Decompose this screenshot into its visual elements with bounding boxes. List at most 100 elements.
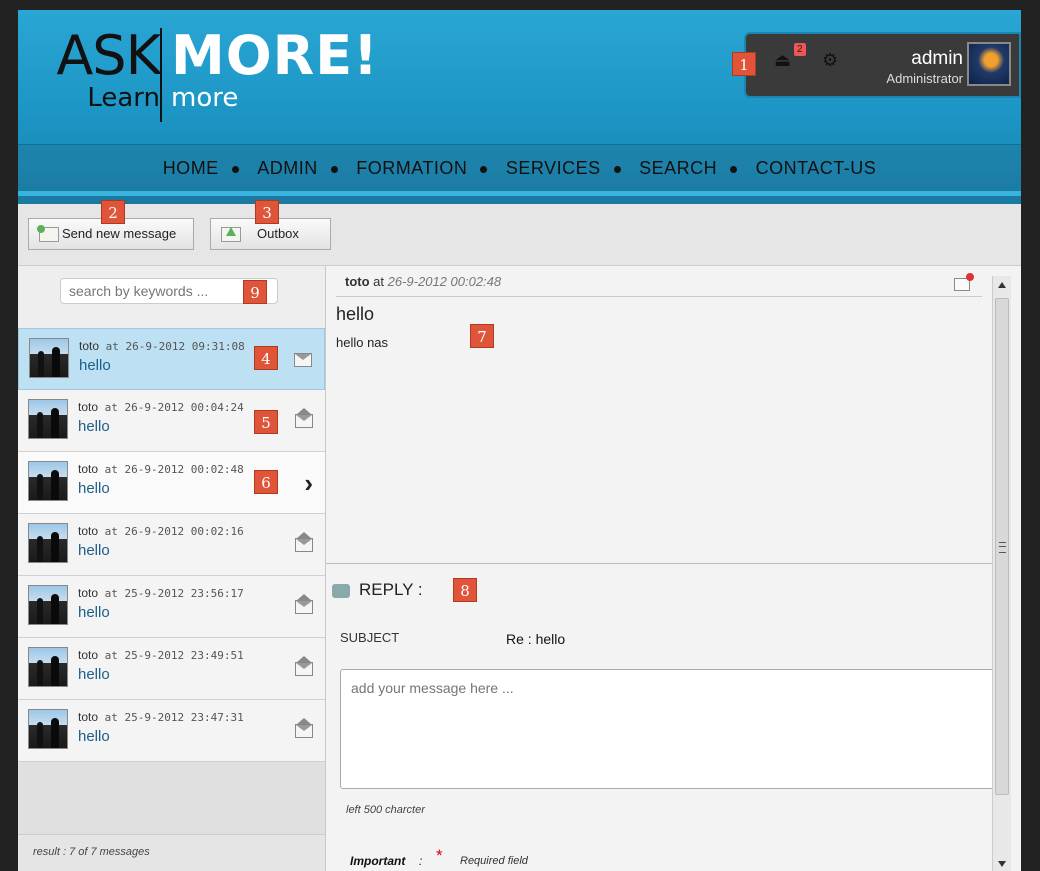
delete-message-icon[interactable] [954,273,974,291]
outbox-icon [221,227,241,242]
unread-envelope-icon [294,353,312,367]
message-subject: hello [78,666,110,683]
user-panel: ⏏ 2 ⚙ admin Administrator [744,32,1021,98]
detail-sender: toto [345,274,370,289]
sender-avatar [28,399,68,439]
message-date: 26-9-2012 00:02:48 [124,463,244,476]
message-row[interactable]: toto at 26-9-2012 00:02:48 hello › [18,452,325,514]
sender-avatar [28,461,68,501]
annotation-badge: 5 [254,410,278,434]
important-colon: : [419,854,423,868]
nav-contact-us[interactable]: CONTACT-US [747,158,886,179]
message-row[interactable]: toto at 26-9-2012 00:02:16 hello [18,514,325,576]
sender-avatar [28,585,68,625]
message-at: at [104,711,118,724]
message-row[interactable]: toto at 25-9-2012 23:49:51 hello [18,638,325,700]
chevron-right-icon: › [304,468,313,498]
message-row[interactable]: toto at 26-9-2012 09:31:08 hello [18,328,325,390]
message-row[interactable]: toto at 26-9-2012 00:04:24 hello [18,390,325,452]
logo-left: ASK Learn [40,24,161,113]
message-subject: hello [78,728,110,745]
message-subject: hello [78,542,110,559]
speech-bubble-icon [332,584,350,598]
notification-count: 2 [794,43,806,56]
nav-admin[interactable]: ADMIN [248,158,327,179]
read-envelope-icon [295,656,313,676]
scroll-thumb[interactable] [995,298,1009,795]
sender-avatar [28,647,68,687]
logo-divider [160,28,162,122]
important-label: Important [350,854,406,868]
annotation-badge: 1 [732,52,756,76]
message-meta: toto at 26-9-2012 09:31:08 [79,339,245,353]
grip-icon [999,542,1006,553]
logo-learn: Learn [87,83,160,113]
required-star: * [436,846,443,865]
reply-heading: REPLY : [359,580,423,599]
message-sender: toto [78,400,99,414]
message-sender: toto [78,462,99,476]
annotation-badge: 7 [470,324,494,348]
annotation-badge: 9 [243,280,267,304]
message-sender: toto [78,524,99,538]
send-new-message-label: Send new message [62,226,177,241]
logo-more: MORE! [171,24,379,87]
detail-body: hello nas [336,335,389,350]
sender-avatar [29,338,69,378]
main-nav: HOME ADMIN FORMATION SERVICES SEARCH CON… [18,144,1021,205]
message-at: at [104,463,118,476]
scroll-down-arrow-icon[interactable] [998,861,1006,867]
message-date: 26-9-2012 00:02:16 [124,525,244,538]
read-envelope-icon [295,718,313,738]
reply-message-textarea[interactable] [340,669,995,789]
nav-services[interactable]: SERVICES [497,158,610,179]
detail-date: 26-9-2012 00:02:48 [387,274,502,289]
message-subject: hello [78,418,110,435]
nav-home[interactable]: HOME [154,158,228,179]
sender-avatar [28,709,68,749]
required-field-note: Required field [460,855,528,867]
message-sender: toto [79,339,100,353]
user-name[interactable]: admin [911,48,963,70]
message-date: 26-9-2012 09:31:08 [125,340,245,353]
message-date: 26-9-2012 00:04:24 [124,401,244,414]
message-date: 25-9-2012 23:56:17 [124,587,244,600]
list-result-count: result : 7 of 7 messages [18,834,325,871]
header: ASK Learn MORE! more ⏏ 2 ⚙ admin Adminis… [18,10,1021,144]
reply-divider [326,563,994,564]
message-subject: hello [79,357,111,374]
nav-dot [730,165,738,173]
detail-scrollbar[interactable] [992,276,1011,871]
logo-more-sub: more [171,83,239,113]
user-avatar[interactable] [967,42,1011,86]
message-date: 25-9-2012 23:49:51 [124,649,244,662]
nav-search[interactable]: SEARCH [630,158,726,179]
nav-formation[interactable]: FORMATION [347,158,476,179]
notifications-icon[interactable]: ⏏ [774,50,791,71]
nav-dot [613,165,621,173]
message-date: 25-9-2012 23:47:31 [124,711,244,724]
message-subject: hello [78,480,110,497]
app-frame: ASK Learn MORE! more ⏏ 2 ⚙ admin Adminis… [18,10,1021,871]
nav-dot [231,165,239,173]
read-envelope-icon [295,532,313,552]
message-list-pane: toto at 26-9-2012 09:31:08 hello toto at… [18,266,326,871]
annotation-badge: 3 [255,200,279,224]
message-meta: toto at 25-9-2012 23:49:51 [78,648,244,662]
scroll-up-arrow-icon[interactable] [998,282,1006,288]
message-sender: toto [78,710,99,724]
message-at: at [104,649,118,662]
logo-ask: ASK [56,24,161,87]
nav-dot [330,165,338,173]
message-row[interactable]: toto at 25-9-2012 23:56:17 hello [18,576,325,638]
message-meta: toto at 26-9-2012 00:04:24 [78,400,244,414]
message-row[interactable]: toto at 25-9-2012 23:47:31 hello [18,700,325,762]
search-area [18,266,325,329]
detail-header: toto at 26-9-2012 00:02:48 [345,274,501,289]
logo-right: MORE! more [171,24,379,113]
read-envelope-icon [295,408,313,428]
message-meta: toto at 26-9-2012 00:02:48 [78,462,244,476]
nav-items: HOME ADMIN FORMATION SERVICES SEARCH CON… [18,158,1021,179]
settings-gear-icon[interactable]: ⚙ [822,50,838,71]
message-meta: toto at 26-9-2012 00:02:16 [78,524,244,538]
